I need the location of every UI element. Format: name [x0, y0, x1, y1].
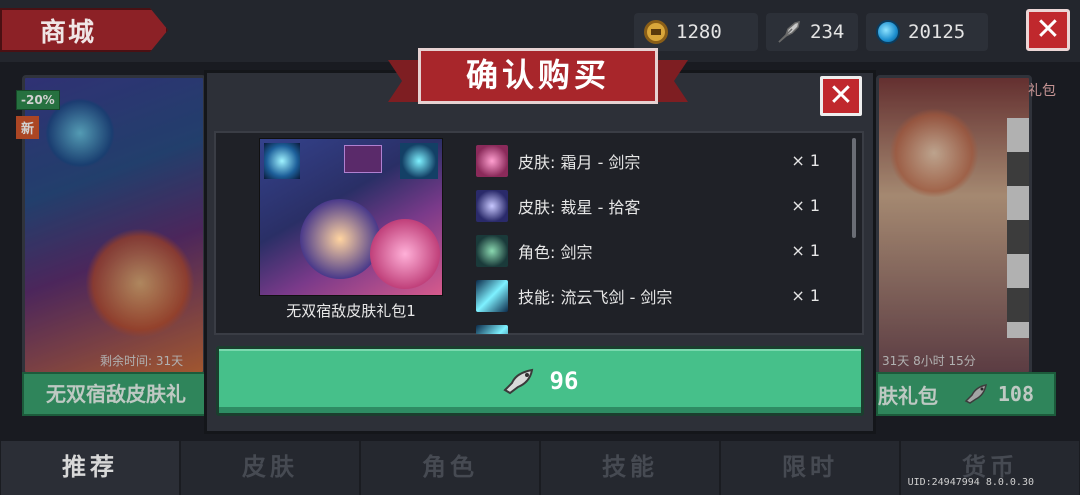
tab-skins[interactable]: 皮肤: [181, 441, 359, 495]
tab-skills[interactable]: 技能: [541, 441, 719, 495]
skin-girl-icon: [476, 144, 508, 177]
item-label: 技能: 流云飞剑 - 剑宗: [518, 287, 673, 307]
skill-sword-icon: [476, 279, 508, 312]
feather-amount: 234: [810, 21, 845, 43]
list-item-partial: [476, 318, 848, 334]
pack-contents-list[interactable]: 皮肤: 霜月 - 剑宗 × 1 皮肤: 裁星 - 拾客 × 1 角色: 剑宗 ×…: [476, 138, 848, 334]
close-icon: ✕: [1035, 12, 1061, 47]
item-label: 皮肤: 霜月 - 剑宗: [518, 152, 641, 172]
item-qty: × 1: [791, 196, 820, 215]
coin-icon: [644, 20, 668, 44]
list-scrollbar[interactable]: [852, 138, 856, 238]
list-item: 技能: 流云飞剑 - 剑宗 × 1: [476, 273, 848, 318]
close-icon: ✕: [828, 78, 854, 113]
character-icon: [476, 234, 508, 267]
close-store-button[interactable]: ✕: [1026, 9, 1070, 51]
gem-icon: [876, 20, 900, 44]
card-art: [344, 145, 382, 173]
buy-price: 96: [549, 367, 579, 395]
item-qty: × 1: [791, 286, 820, 305]
skin-hat-icon: [476, 189, 508, 222]
feather-icon: [778, 20, 800, 43]
tab-recommended[interactable]: 推荐: [1, 441, 179, 495]
item-qty: × 1: [791, 151, 820, 170]
list-item: 皮肤: 霜月 - 剑宗 × 1: [476, 138, 848, 183]
tab-limited[interactable]: 限时: [721, 441, 899, 495]
item-qty: × 1: [791, 241, 820, 260]
skill-art: [264, 143, 300, 179]
list-item: 皮肤: 裁星 - 拾客 × 1: [476, 183, 848, 228]
uid-label: UID:24947994 8.0.0.30: [907, 477, 1034, 488]
skill-art: [400, 143, 438, 179]
store-title: 商城: [0, 8, 168, 52]
gem-balance: 20125: [866, 13, 988, 51]
dialog-title: 确认购买: [418, 48, 658, 104]
dialog-title-ribbon: 确认购买: [388, 46, 688, 112]
item-label: 角色: 剑宗: [518, 242, 593, 262]
gem-amount: 20125: [908, 21, 966, 43]
fish-icon: [502, 368, 533, 395]
skill-icon: [476, 324, 508, 334]
character-art: [300, 199, 380, 279]
list-item: 角色: 剑宗 × 1: [476, 228, 848, 273]
item-label: 皮肤: 裁星 - 拾客: [518, 197, 641, 217]
character-art: [370, 219, 440, 289]
pack-image: [259, 138, 443, 296]
confirm-buy-button[interactable]: 96: [216, 346, 864, 416]
pack-name: 无双宿敌皮肤礼包1: [286, 302, 416, 320]
close-dialog-button[interactable]: ✕: [820, 76, 862, 116]
coin-amount: 1280: [676, 21, 722, 43]
feather-balance: 234: [766, 13, 858, 51]
tab-characters[interactable]: 角色: [361, 441, 539, 495]
